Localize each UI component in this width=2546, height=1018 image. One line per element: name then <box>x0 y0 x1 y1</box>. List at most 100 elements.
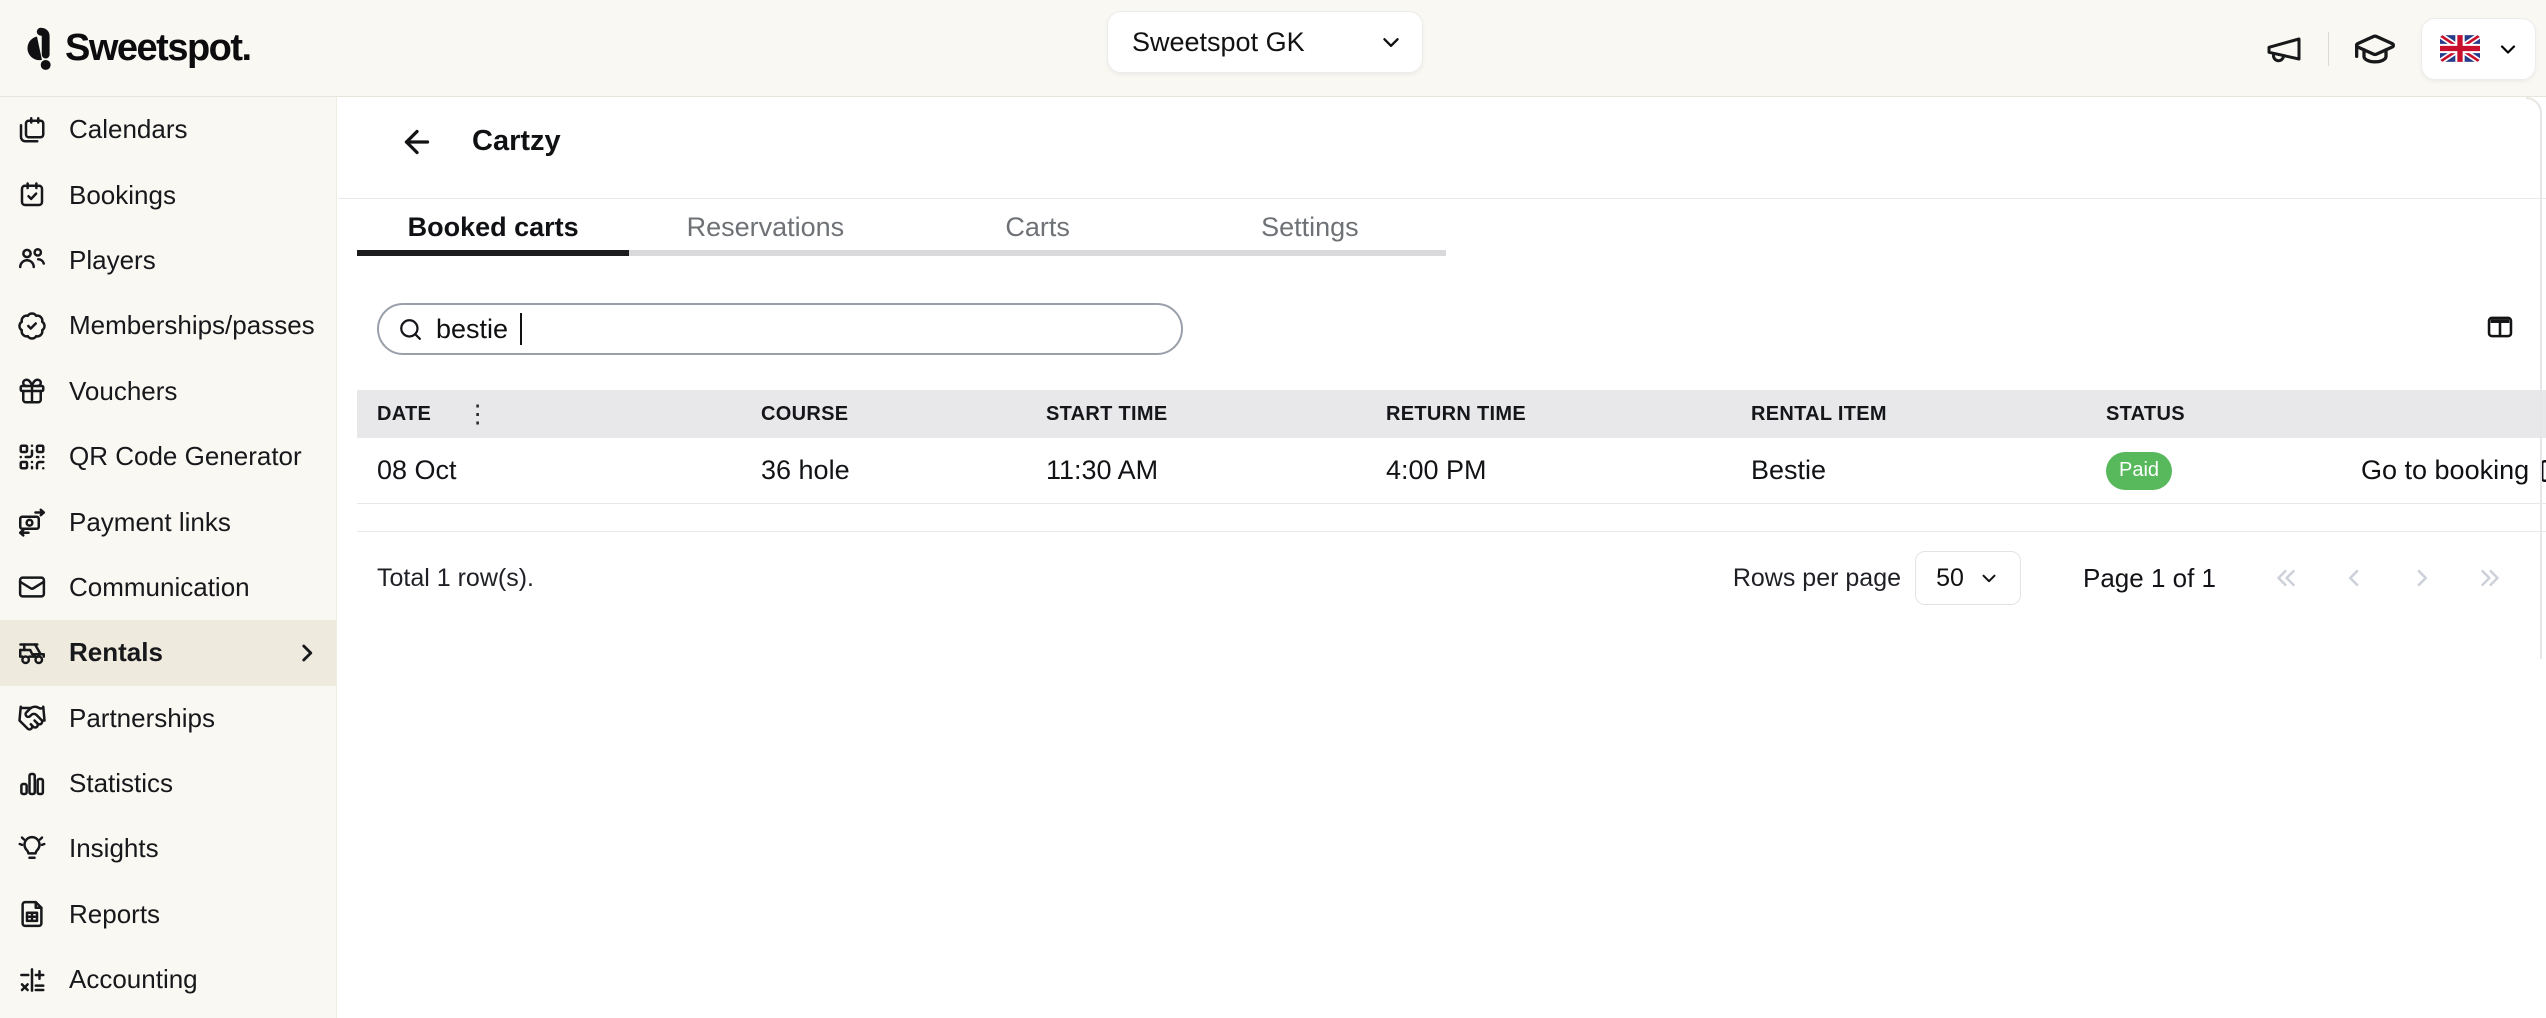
column-header-return-time: RETURN TIME <box>1386 403 1751 426</box>
sidebar-item[interactable]: Vouchers <box>0 359 336 424</box>
first-page-button[interactable] <box>2266 558 2306 598</box>
tab-label: Booked carts <box>408 212 579 243</box>
tab[interactable]: Booked carts <box>357 199 629 256</box>
rows-per-page-label: Rows per page <box>1733 564 1901 593</box>
table-row[interactable]: 08 Oct 36 hole 11:30 AM 4:00 PM Bestie P… <box>357 438 2546 504</box>
sidebar-item-label: Payment links <box>69 507 272 538</box>
cell-rental-item: Bestie <box>1751 455 2106 486</box>
chevron-right-icon <box>2407 563 2437 593</box>
sidebar-item[interactable]: Reports <box>0 882 336 947</box>
pagination-controls: Rows per page 50 Page 1 of 1 <box>1733 551 2510 605</box>
cell-start-time: 11:30 AM <box>1046 455 1386 486</box>
sidebar-item[interactable]: Players <box>0 228 336 293</box>
next-page-button[interactable] <box>2402 558 2442 598</box>
rows-per-page-value: 50 <box>1936 564 1964 593</box>
topbar-actions <box>2264 0 2536 97</box>
uk-flag-icon <box>2440 35 2480 62</box>
last-page-button[interactable] <box>2470 558 2510 598</box>
go-to-booking-link[interactable]: Go to booking <box>2361 455 2546 486</box>
club-selector-value: Sweetspot GK <box>1132 27 1378 58</box>
sidebar-item[interactable]: Payment links <box>0 489 336 554</box>
sidebar-item-label: Partnerships <box>69 703 272 734</box>
column-visibility-button[interactable] <box>2482 310 2518 344</box>
divider <box>2328 32 2329 66</box>
sidebar-item-label: Communication <box>69 572 272 603</box>
sidebar-item-icon <box>17 245 47 275</box>
total-rows-text: Total 1 row(s). <box>377 564 534 593</box>
sidebar-item[interactable]: Partnerships <box>0 686 336 751</box>
graduation-cap-icon <box>2353 27 2397 71</box>
sidebar-item-icon <box>17 180 47 210</box>
column-menu-icon[interactable]: ⋮ <box>465 402 490 427</box>
sidebar-item-label: Rentals <box>69 637 272 668</box>
sidebar-item-label: QR Code Generator <box>69 441 302 472</box>
sidebar-item-icon <box>17 507 47 537</box>
sidebar-item-label: Vouchers <box>69 376 272 407</box>
sidebar-item[interactable]: Insights <box>0 816 336 881</box>
sidebar-item[interactable]: Bookings <box>0 162 336 227</box>
table-header-cell: DATE ⋮ <box>377 402 761 427</box>
app-root: Sweetspot. Sweetspot GK <box>0 0 2546 1018</box>
table-columns-icon <box>2485 313 2515 341</box>
tab[interactable]: Carts <box>902 199 1174 256</box>
sidebar-item[interactable]: Communication <box>0 555 336 620</box>
sidebar-item-icon <box>17 965 47 995</box>
search-input-value: bestie <box>436 314 508 345</box>
sidebar-item-label: Insights <box>69 833 272 864</box>
sidebar-item-icon <box>17 115 47 145</box>
chevrons-left-icon <box>2271 563 2301 593</box>
club-selector-dropdown[interactable]: Sweetspot GK <box>1107 11 1423 73</box>
search-icon <box>397 316 424 343</box>
sweetspot-logo-icon <box>18 24 56 72</box>
column-header-status: STATUS <box>2106 403 2361 426</box>
table-footer: Total 1 row(s). Rows per page 50 Page 1 … <box>357 532 2546 624</box>
sidebar-item-label: Bookings <box>69 180 272 211</box>
external-link-icon <box>2539 458 2546 484</box>
tab[interactable]: Settings <box>1174 199 1446 256</box>
tab-label: Settings <box>1261 212 1359 243</box>
chevron-down-icon <box>1978 567 2000 589</box>
tab[interactable]: Reservations <box>629 199 901 256</box>
megaphone-icon <box>2264 29 2304 69</box>
page-title: Cartzy <box>472 125 561 158</box>
brand-logo[interactable]: Sweetspot. <box>18 24 251 72</box>
search-input[interactable]: bestie <box>377 303 1183 355</box>
cell-date: 08 Oct <box>377 455 761 486</box>
column-header-rental-item: RENTAL ITEM <box>1751 403 2106 426</box>
status-badge: Paid <box>2106 452 2172 490</box>
sidebar-item-label: Reports <box>69 899 272 930</box>
academy-button[interactable] <box>2353 27 2397 71</box>
sidebar-item-label: Calendars <box>69 114 272 145</box>
pager <box>2266 558 2510 598</box>
brand-name: Sweetspot. <box>65 27 251 70</box>
column-header-start-time: START TIME <box>1046 403 1386 426</box>
sidebar-item[interactable]: Accounting <box>0 947 336 1012</box>
sidebar-item-label: Memberships/passes <box>69 310 315 341</box>
sidebar-item-icon <box>17 638 47 668</box>
rows-per-page-select[interactable]: 50 <box>1915 551 2021 605</box>
sidebar-item-label: Accounting <box>69 964 272 995</box>
tab-label: Reservations <box>687 212 845 243</box>
sidebar-item-icon <box>17 834 47 864</box>
cell-return-time: 4:00 PM <box>1386 455 1751 486</box>
table-header: DATE ⋮ COURSE START TIME RETURN TIME REN… <box>357 390 2546 438</box>
chevron-right-icon <box>294 640 320 666</box>
sidebar-item-icon <box>17 311 47 341</box>
sidebar-item-icon <box>17 376 47 406</box>
main-content: Cartzy Booked carts Reservations Carts S… <box>338 97 2546 1018</box>
go-to-booking-label: Go to booking <box>2361 455 2529 486</box>
sidebar-item[interactable]: Rentals <box>0 620 336 685</box>
sidebar: Calendars Bookings Players Memberships/p… <box>0 97 337 1018</box>
sidebar-item-icon <box>17 899 47 929</box>
sidebar-item[interactable]: Statistics <box>0 751 336 816</box>
cell-course: 36 hole <box>761 455 1046 486</box>
back-button[interactable] <box>399 123 439 161</box>
language-selector[interactable] <box>2421 18 2536 80</box>
sidebar-item[interactable]: Calendars <box>0 97 336 162</box>
column-header-date: DATE <box>377 403 431 426</box>
sidebar-item[interactable]: QR Code Generator <box>0 424 336 489</box>
sidebar-item[interactable]: Memberships/passes <box>0 293 336 358</box>
announcements-button[interactable] <box>2264 29 2304 69</box>
chevron-left-icon <box>2339 563 2369 593</box>
previous-page-button[interactable] <box>2334 558 2374 598</box>
